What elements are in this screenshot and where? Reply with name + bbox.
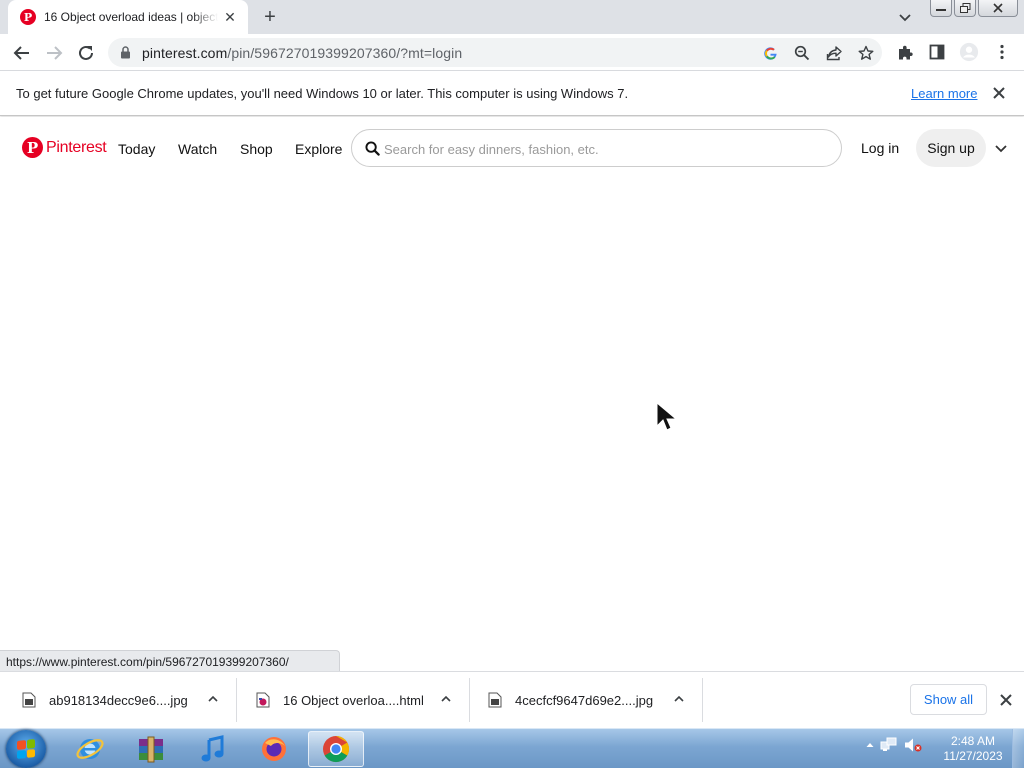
reload-button[interactable] (74, 41, 98, 65)
forward-button[interactable] (42, 41, 66, 65)
taskbar-firefox[interactable] (246, 731, 302, 767)
chrome-menu-icon[interactable] (992, 42, 1012, 62)
download-item[interactable]: 16 Object overloa....html (237, 678, 470, 722)
chevron-up-icon[interactable] (439, 692, 453, 706)
sign-up-button[interactable]: Sign up (916, 129, 986, 167)
music-note-icon (201, 735, 224, 762)
search-input[interactable] (384, 139, 824, 159)
download-item[interactable]: ab918134decc9e6....jpg (0, 678, 237, 722)
internet-explorer-icon (76, 739, 104, 759)
tray-expand-icon[interactable] (866, 741, 874, 749)
url-path: /pin/596727019399207360/?mt=login (227, 45, 463, 61)
windows-logo-icon (17, 739, 35, 759)
chrome-icon (323, 735, 350, 763)
back-arrow-icon (13, 46, 29, 60)
pinterest-search-box[interactable] (351, 129, 842, 167)
pinterest-logo-icon: P (22, 137, 43, 158)
download-item[interactable]: 4cecfcf9647d69e2....jpg (470, 678, 703, 722)
windows-taskbar: 2:48 AM 11/27/2023 (0, 728, 1024, 768)
tab-title: 16 Object overload ideas | object (44, 10, 218, 24)
nav-today[interactable]: Today (118, 141, 155, 157)
share-icon[interactable] (825, 44, 843, 62)
tab-strip: P 16 Object overload ideas | object ✕ + (0, 0, 1024, 34)
infobar-close-icon[interactable] (990, 84, 1008, 102)
profile-avatar-icon[interactable] (959, 42, 979, 62)
start-button[interactable] (6, 730, 46, 768)
forward-arrow-icon (47, 46, 63, 60)
system-tray (866, 737, 922, 753)
browser-toolbar: pinterest.com/pin/596727019399207360/?mt… (0, 34, 1024, 71)
download-filename: 4cecfcf9647d69e2....jpg (515, 692, 654, 708)
download-filename: 16 Object overloa....html (283, 692, 424, 708)
side-panel-icon[interactable] (927, 42, 947, 62)
chevron-up-icon[interactable] (672, 692, 686, 706)
search-icon (365, 141, 380, 156)
download-filename: ab918134decc9e6....jpg (49, 692, 188, 708)
back-button[interactable] (10, 41, 34, 65)
download-shelf: ab918134decc9e6....jpg 16 Object overloa… (0, 671, 1024, 728)
infobar-message: To get future Google Chrome updates, you… (16, 86, 629, 101)
taskbar-chrome[interactable] (308, 731, 364, 767)
show-desktop-button[interactable] (1012, 729, 1024, 768)
window-close-button[interactable] (978, 0, 1018, 17)
nav-watch[interactable]: Watch (178, 141, 217, 157)
tab-search-chevron-icon[interactable] (896, 8, 914, 26)
chevron-up-icon[interactable] (206, 692, 220, 706)
volume-muted-icon[interactable] (904, 737, 922, 753)
pinterest-wordmark: Pinterest (46, 138, 107, 156)
lock-icon[interactable] (120, 46, 131, 59)
extensions-puzzle-icon[interactable] (895, 42, 915, 62)
bookmark-star-icon[interactable] (857, 44, 875, 62)
window-controls (930, 0, 1018, 17)
clock-time: 2:48 AM (950, 734, 996, 748)
nav-explore[interactable]: Explore (295, 141, 342, 157)
minimize-button[interactable] (930, 0, 952, 17)
show-all-downloads-button[interactable]: Show all (910, 684, 987, 715)
taskbar-clock[interactable]: 2:48 AM 11/27/2023 (940, 734, 1006, 764)
taskbar-archive-app[interactable] (123, 731, 179, 767)
firefox-icon (262, 737, 286, 761)
restore-button[interactable] (954, 0, 976, 17)
address-bar[interactable]: pinterest.com/pin/596727019399207360/?mt… (108, 38, 882, 67)
clock-date: 11/27/2023 (943, 749, 1003, 763)
image-file-icon (488, 692, 502, 708)
learn-more-link[interactable]: Learn more (911, 86, 977, 101)
pinterest-favicon-icon: P (20, 9, 36, 25)
close-download-shelf-icon[interactable] (998, 692, 1014, 708)
google-lens-icon[interactable] (761, 44, 779, 62)
image-file-icon (22, 692, 36, 708)
winrar-archive-icon (139, 736, 163, 763)
update-infobar: To get future Google Chrome updates, you… (0, 71, 1024, 116)
url-host: pinterest.com (142, 45, 228, 61)
pinterest-logo[interactable]: P Pinterest (22, 137, 107, 158)
address-url: pinterest.com/pin/596727019399207360/?mt… (142, 45, 462, 61)
new-tab-button[interactable]: + (258, 6, 282, 28)
taskbar-internet-explorer[interactable] (62, 731, 118, 767)
zoom-icon[interactable] (793, 44, 811, 62)
link-status-bubble: https://www.pinterest.com/pin/5967270193… (0, 650, 340, 671)
mouse-cursor-icon (656, 402, 678, 431)
html-file-icon (256, 692, 270, 708)
pinterest-header: P Pinterest Today Watch Shop Explore Log… (0, 117, 1024, 179)
network-icon[interactable] (880, 737, 898, 753)
nav-shop[interactable]: Shop (240, 141, 273, 157)
reload-icon (79, 45, 93, 60)
tab-close-icon[interactable]: ✕ (222, 9, 238, 26)
taskbar-itunes[interactable] (185, 731, 241, 767)
tab-pinterest[interactable]: P 16 Object overload ideas | object ✕ (8, 0, 248, 34)
log-in-button[interactable]: Log in (852, 129, 908, 167)
chevron-down-icon[interactable] (993, 140, 1009, 156)
